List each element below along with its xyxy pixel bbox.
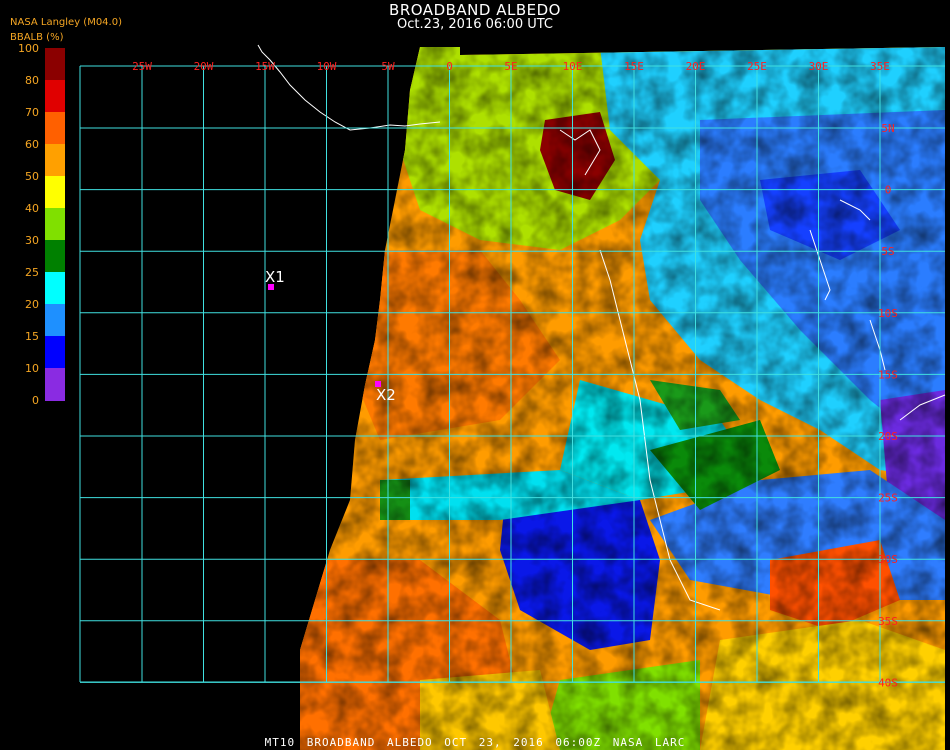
legend-tick-label: 80 [25,74,39,87]
legend-tick-label: 30 [25,234,39,247]
legend-tick-label: 20 [25,298,39,311]
longitude-label: 15E [624,60,644,73]
legend-tick-label: 10 [25,362,39,375]
longitude-label: 30E [809,60,829,73]
latitude-label: 15S [878,368,898,381]
longitude-label: 15W [255,60,275,73]
longitude-label: 25W [132,60,152,73]
marker-x2-label: X2 [376,386,396,404]
legend-tick-label: 60 [25,138,39,151]
legend-swatch [45,368,65,401]
longitude-label: 25E [747,60,767,73]
latitude-label: 20S [878,430,898,443]
longitude-label: 35E [870,60,890,73]
legend-swatch [45,240,65,273]
latitude-label: 10S [878,307,898,320]
legend-swatch [45,176,65,209]
legend-swatch [45,336,65,369]
latitude-label: 5S [881,245,894,258]
marker-x1-label: X1 [265,268,285,286]
longitude-label: 0 [446,60,453,73]
latitude-label: 30S [878,553,898,566]
longitude-label: 20E [686,60,706,73]
legend-tick-label: 0 [32,394,39,407]
albedo-field [300,47,945,750]
longitude-label: 10W [317,60,337,73]
legend-swatch [45,272,65,305]
legend-swatch [45,112,65,145]
legend-swatch [45,48,65,81]
longitude-label: 5E [504,60,517,73]
longitude-label: 10E [563,60,583,73]
legend-swatch [45,144,65,177]
footer-caption: MT10 BROADBAND ALBEDO OCT 23, 2016 06:00… [264,736,686,749]
latitude-label: 5N [881,122,894,135]
legend-tick-label: 70 [25,106,39,119]
legend-tick-label: 50 [25,170,39,183]
albedo-map: 25W 20W 15W 10W 5W 0 5E 10E 15E 20E 25E 30E 35E 5N 0 5… [79,44,946,750]
legend-tick-label: 15 [25,330,39,343]
latitude-label: 40S [878,676,898,689]
longitude-label: 20W [194,60,214,73]
legend-swatch [45,208,65,241]
latitude-label: 0 [885,184,892,197]
legend-tick-label: 100 [18,42,39,55]
legend-swatch [45,304,65,337]
latitude-label: 35S [878,615,898,628]
color-legend: 100 80 70 60 50 40 30 25 20 15 10 0 [18,42,65,407]
latitude-label: 25S [878,492,898,505]
legend-tick-label: 40 [25,202,39,215]
legend-swatch [45,80,65,113]
legend-tick-label: 25 [25,266,39,279]
longitude-label: 5W [381,60,395,73]
